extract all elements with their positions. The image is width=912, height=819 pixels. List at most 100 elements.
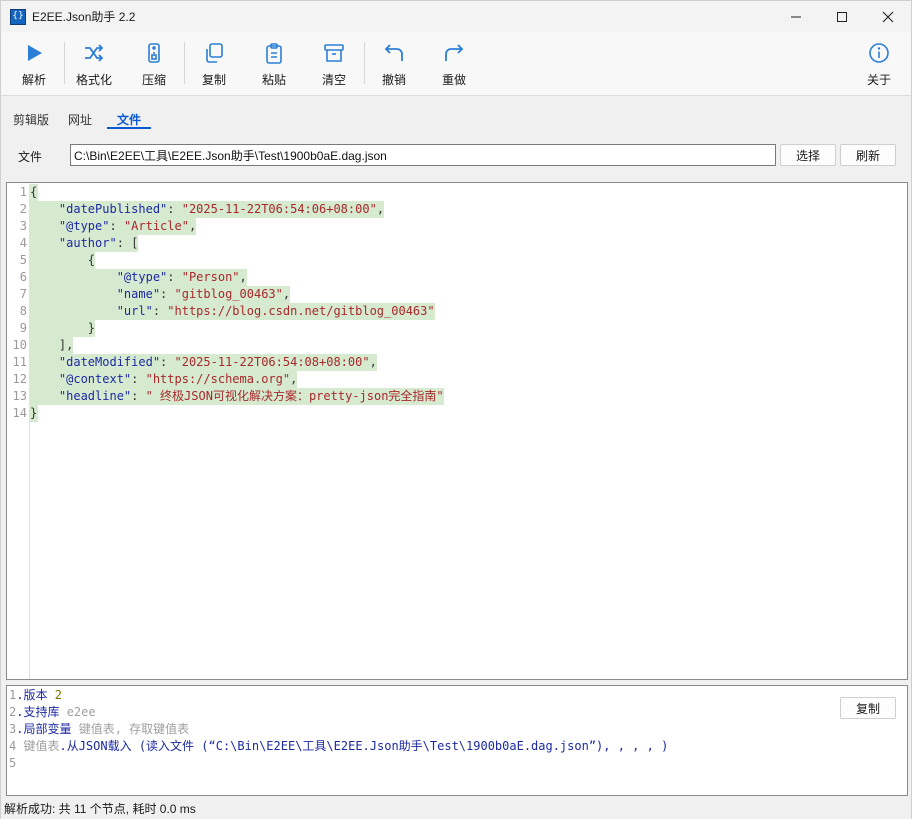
code-output-pane[interactable]: 1.版本 2 2.支持库 e2ee 3.局部变量 键值表, 存取键值表 4 键值表.从… — [6, 685, 908, 796]
code-line: "name": "gitblog_00463", — [30, 286, 290, 303]
compress-button[interactable]: 压缩 — [127, 38, 181, 90]
output-token: .从JSON载入 — [59, 739, 139, 753]
output-line: 1.版本 2 — [9, 687, 62, 704]
line-number: 4 — [19, 236, 27, 250]
code-line: "url": "https://blog.csdn.net/gitblog_00… — [30, 303, 435, 320]
format-button[interactable]: 格式化 — [67, 38, 121, 90]
line-number: 8 — [19, 304, 27, 318]
paste-button[interactable]: 粘贴 — [247, 38, 301, 90]
compress-label: 压缩 — [141, 73, 166, 87]
output-line: 5 — [9, 755, 16, 772]
redo-icon — [441, 40, 467, 66]
output-token: (读入文件 (“C:\Bin\E2EE\工具\E2EE.Json助手\Test\… — [138, 739, 669, 753]
output-token: 2 — [54, 688, 62, 702]
code-line: "author": [ — [30, 235, 139, 252]
paste-label: 粘贴 — [261, 73, 286, 87]
code-token: "2025-11-22T06:54:06+08:00" — [181, 202, 377, 216]
code-token: "https://blog.csdn.net/gitblog_00463" — [167, 304, 435, 318]
code-token: " 终极JSON可视化解决方案：pretty-json完全指南" — [145, 389, 444, 403]
code-token: } — [30, 321, 96, 335]
archive-icon — [321, 40, 347, 66]
file-label: 文件 — [18, 150, 43, 164]
tab-clipboard[interactable]: 剪辑版 — [13, 111, 49, 128]
undo-button[interactable]: 撤销 — [367, 38, 421, 90]
code-line: "datePublished": "2025-11-22T06:54:06+08… — [30, 201, 384, 218]
output-token: 键值表 — [23, 739, 60, 753]
code-token: "name" — [30, 287, 161, 301]
source-tabs: 剪辑版 网址 文件 — [1, 105, 911, 129]
code-token: "@type" — [30, 219, 110, 233]
code-token: : — [160, 355, 175, 369]
active-tab-indicator — [107, 127, 151, 129]
line-number: 3 — [19, 219, 27, 233]
code-token: "dateModified" — [30, 355, 161, 369]
code-token: : — [131, 372, 146, 386]
output-line: 3.局部变量 键值表, 存取键值表 — [9, 721, 189, 738]
line-number: 6 — [19, 270, 27, 284]
code-token: "url" — [30, 304, 153, 318]
output-token: e2ee — [66, 705, 96, 719]
code-token: "@context" — [30, 372, 132, 386]
line-number: 11 — [12, 355, 27, 369]
output-token: 4 — [9, 739, 24, 753]
line-number: 9 — [19, 321, 27, 335]
play-icon — [21, 40, 47, 66]
line-number: 2 — [19, 202, 27, 216]
code-token: "headline" — [30, 389, 132, 403]
copy-output-button[interactable]: 复制 — [840, 697, 896, 719]
code-token: "author" — [30, 236, 117, 250]
code-token: "gitblog_00463" — [174, 287, 283, 301]
line-number: 5 — [19, 253, 27, 267]
window-title: E2EE.Json助手 2.2 — [32, 10, 136, 24]
status-bar: 解析成功: 共 11 个节点, 耗时 0.0 ms — [1, 800, 911, 819]
close-icon — [882, 11, 894, 22]
line-number: 1 — [19, 185, 27, 199]
code-token: : [ — [116, 236, 139, 250]
code-token: : — [167, 202, 182, 216]
close-button[interactable] — [865, 1, 911, 32]
output-token: .局部变量 — [16, 722, 79, 736]
code-token: { — [30, 185, 38, 199]
code-line: { — [30, 252, 95, 269]
code-token: "datePublished" — [30, 202, 168, 216]
code-line: { — [30, 184, 37, 201]
refresh-button[interactable]: 刷新 — [840, 144, 896, 166]
tab-file[interactable]: 文件 — [117, 111, 141, 128]
code-token: , — [376, 202, 385, 216]
copy-label: 复制 — [201, 73, 226, 87]
code-token: : — [152, 304, 168, 318]
code-line: } — [30, 320, 95, 337]
code-token: : — [160, 287, 175, 301]
clear-label: 清空 — [321, 73, 346, 87]
file-path-input[interactable] — [70, 144, 776, 166]
redo-label: 重做 — [441, 73, 466, 87]
app-icon: {} — [10, 8, 26, 25]
compress-icon — [141, 40, 167, 66]
code-token: , — [290, 372, 298, 386]
code-line: "@context": "https://schema.org", — [30, 371, 297, 388]
code-area[interactable]: { "datePublished": "2025-11-22T06:54:06+… — [30, 183, 907, 679]
maximize-button[interactable] — [819, 1, 865, 32]
line-number: 10 — [12, 338, 27, 352]
code-line: ], — [30, 337, 73, 354]
toolbar-divider — [64, 42, 65, 84]
tab-url[interactable]: 网址 — [68, 111, 92, 128]
minimize-button[interactable] — [773, 1, 819, 32]
code-line: "@type": "Article", — [30, 218, 196, 235]
line-number: 14 — [12, 406, 27, 420]
select-file-button[interactable]: 选择 — [780, 144, 836, 166]
clear-button[interactable]: 清空 — [307, 38, 361, 90]
code-token: } — [30, 406, 38, 420]
copy-button[interactable]: 复制 — [187, 38, 241, 90]
undo-icon — [381, 40, 407, 66]
code-line: "@type": "Person", — [30, 269, 247, 286]
about-button[interactable]: 关于 — [852, 38, 906, 90]
code-token: , — [369, 355, 377, 369]
about-label: 关于 — [866, 73, 891, 87]
code-line: } — [30, 405, 37, 422]
window-controls — [773, 1, 911, 32]
code-line: "dateModified": "2025-11-22T06:54:08+08:… — [30, 354, 377, 371]
json-editor[interactable]: 1 2 3 4 5 6 7 8 9 10 11 12 13 14 { "datePublished": "… — [6, 182, 908, 680]
redo-button[interactable]: 重做 — [427, 38, 481, 90]
parse-button[interactable]: 解析 — [7, 38, 61, 90]
